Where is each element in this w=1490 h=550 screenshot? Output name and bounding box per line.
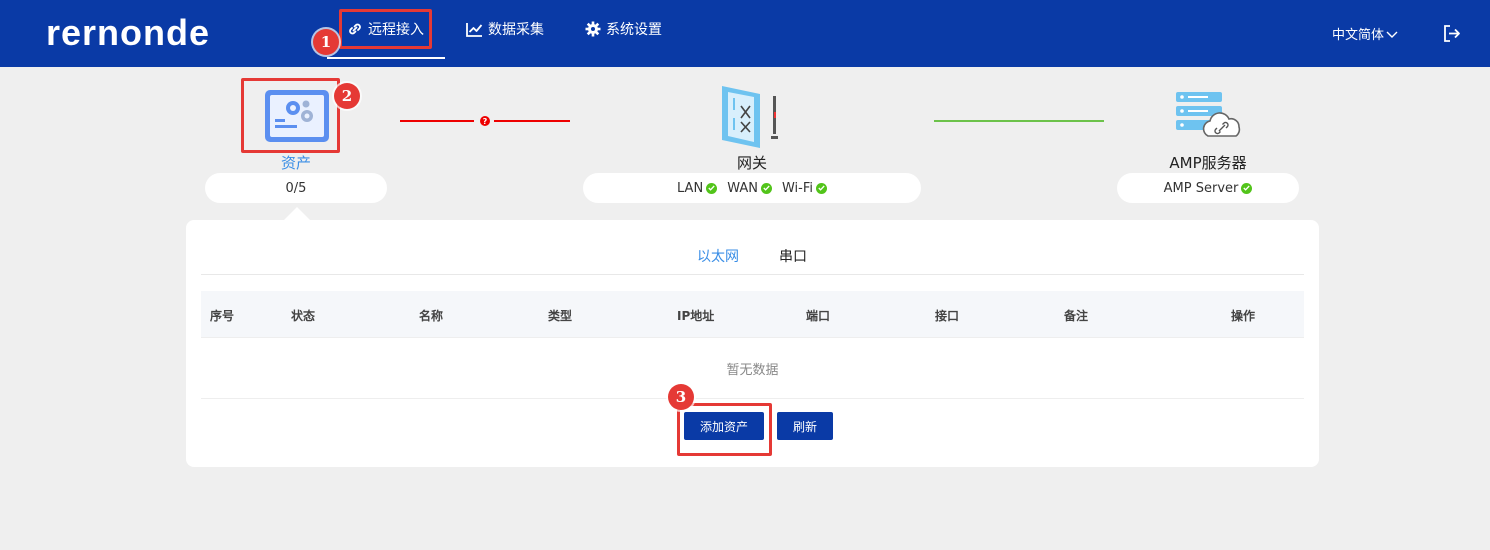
gateway-lan-label: LAN (677, 180, 704, 196)
col-port: 端口 (806, 309, 831, 323)
tab-ethernet[interactable]: 以太网 (697, 246, 739, 266)
callout-badge-3: 3 (668, 384, 694, 410)
lan-ok-icon (706, 182, 718, 194)
server-node[interactable] (1174, 90, 1244, 144)
language-selector[interactable]: 中文简体 (1332, 24, 1398, 43)
nav-data-collection-label: 数据采集 (488, 22, 544, 38)
logout-button[interactable] (1442, 24, 1461, 47)
gateway-wifi-label: Wi-Fi (781, 180, 813, 196)
table-empty-state: 暂无数据 (201, 339, 1304, 399)
col-actions: 操作 (1231, 309, 1256, 323)
chevron-down-icon (1386, 31, 1398, 38)
gear-icon (585, 21, 601, 37)
nav-system-settings-label: 系统设置 (606, 22, 662, 38)
col-interface: 接口 (935, 309, 960, 323)
tab-divider (201, 274, 1304, 275)
server-label: AMP服务器 (1169, 154, 1247, 172)
col-status: 状态 (291, 309, 316, 323)
nav-active-underline (327, 57, 445, 59)
callout-highlight-3 (677, 403, 772, 456)
col-remark: 备注 (1064, 309, 1089, 323)
callout-highlight-2 (241, 78, 340, 153)
gateway-wan-label: WAN (727, 180, 758, 196)
wan-ok-icon (760, 182, 772, 194)
gateway-node[interactable] (720, 84, 782, 154)
nav-data-collection[interactable]: 数据采集 (466, 0, 544, 58)
server-status-pill: AMP Server (1117, 173, 1299, 203)
col-index: 序号 (210, 309, 235, 323)
col-name: 名称 (419, 309, 444, 323)
server-amp-label: AMP Server (1163, 180, 1239, 196)
nav-system-settings[interactable]: 系统设置 (585, 0, 662, 58)
link-gateway-server (934, 120, 1104, 122)
table-header: 序号 状态 名称 类型 IP地址 端口 接口 备注 操作 (201, 291, 1304, 338)
callout-badge-2: 2 (334, 83, 360, 109)
asset-label[interactable]: 资产 (266, 152, 326, 173)
card-pointer (283, 207, 311, 221)
link-error-marker[interactable]: ? (480, 116, 490, 126)
link-asset-gateway-right (494, 120, 570, 122)
col-type: 类型 (548, 309, 573, 323)
logout-icon (1444, 25, 1460, 42)
brand-logo[interactable]: rernonde (46, 12, 210, 54)
wifi-ok-icon (815, 182, 827, 194)
amp-server-ok-icon (1241, 182, 1253, 194)
cloud-server-icon (1176, 92, 1241, 137)
callout-highlight-1 (339, 9, 432, 49)
tab-serial[interactable]: 串口 (779, 246, 807, 266)
language-label: 中文简体 (1332, 28, 1385, 43)
refresh-button[interactable]: 刷新 (777, 412, 833, 440)
chart-line-icon (466, 22, 483, 37)
asset-status-pill: 0/5 (205, 173, 387, 203)
callout-badge-1: 1 (313, 29, 339, 55)
col-ip: IP地址 (677, 309, 715, 323)
asset-count: 0/5 (285, 180, 307, 196)
gateway-icon (722, 86, 778, 148)
gateway-status-pill: LAN WAN Wi-Fi (583, 173, 921, 203)
top-header: rernonde 远程接入 数据采集 系统设置 中文简体 (0, 0, 1490, 67)
link-asset-gateway-left (400, 120, 474, 122)
gateway-label: 网关 (736, 154, 767, 172)
